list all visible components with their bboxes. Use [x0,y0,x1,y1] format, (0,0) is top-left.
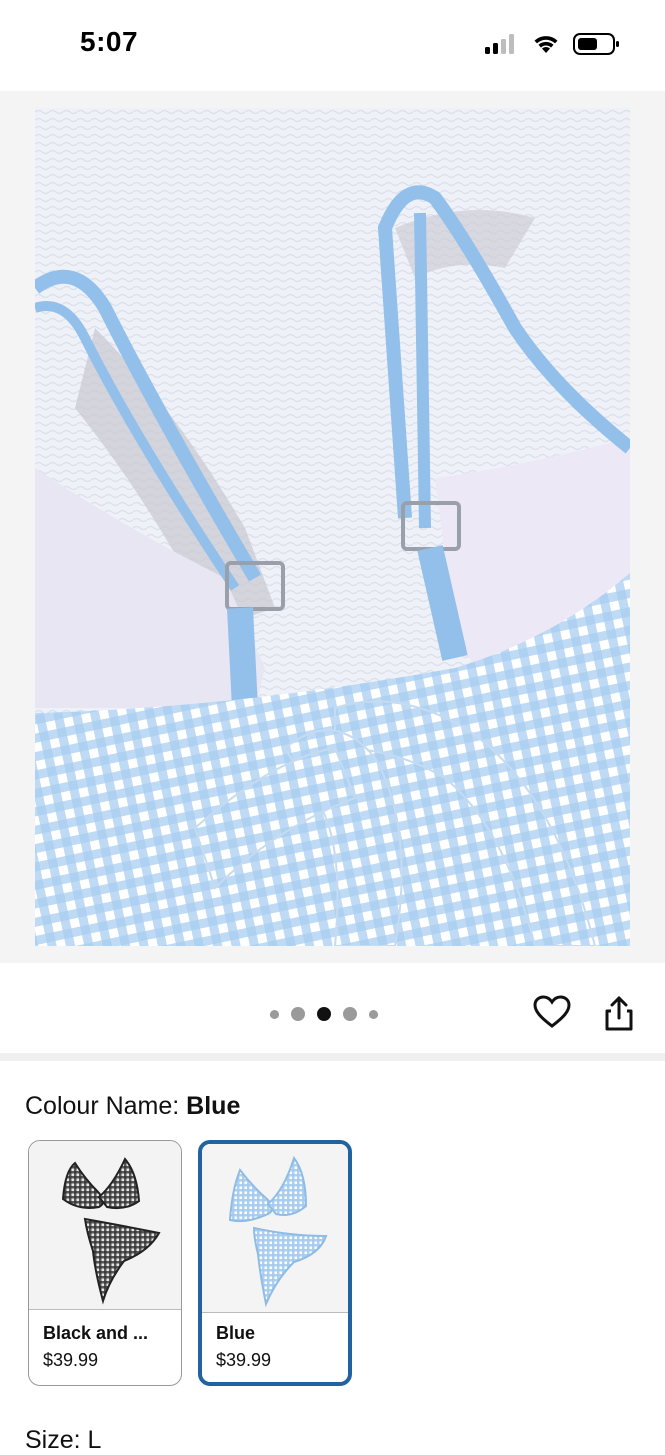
colour-selected-value: Blue [186,1092,241,1120]
colour-label-text: Colour Name: [25,1092,187,1120]
bikini-thumbnail-blue [228,1155,328,1308]
battery-icon [573,33,619,55]
carousel-dot[interactable] [343,1007,357,1021]
colour-option-blue[interactable]: Blue $39.99 [198,1140,352,1386]
colour-option-price: $39.99 [43,1350,99,1370]
carousel-dots[interactable] [270,1007,378,1021]
carousel-dot-active[interactable] [317,1007,331,1021]
carousel-dot[interactable] [291,1007,305,1021]
colour-name-label: Colour Name: Blue [25,1092,240,1121]
colour-option-name: Blue [216,1323,256,1343]
cellular-signal-icon [485,34,514,54]
colour-option-thumbnail [202,1144,348,1313]
product-image-area[interactable] [0,91,665,963]
colour-option-name: Black and ... [43,1323,149,1343]
size-label: Size: L [25,1426,102,1454]
status-bar: 5:07 [0,0,665,90]
status-icons [485,32,621,56]
colour-option-price: $39.99 [216,1350,272,1370]
bikini-thumbnail-black [61,1157,161,1305]
product-image[interactable] [35,108,630,946]
status-time: 5:07 [80,26,139,57]
carousel-dot[interactable] [270,1009,279,1019]
section-divider [0,1053,665,1061]
share-icon[interactable] [603,996,635,1032]
colour-option-thumbnail [29,1141,181,1310]
image-controls [0,963,665,1053]
heart-icon[interactable] [533,995,571,1029]
colour-option-black[interactable]: Black and ... $39.99 [28,1140,182,1386]
wifi-icon [534,36,558,53]
carousel-dot[interactable] [369,1009,378,1019]
